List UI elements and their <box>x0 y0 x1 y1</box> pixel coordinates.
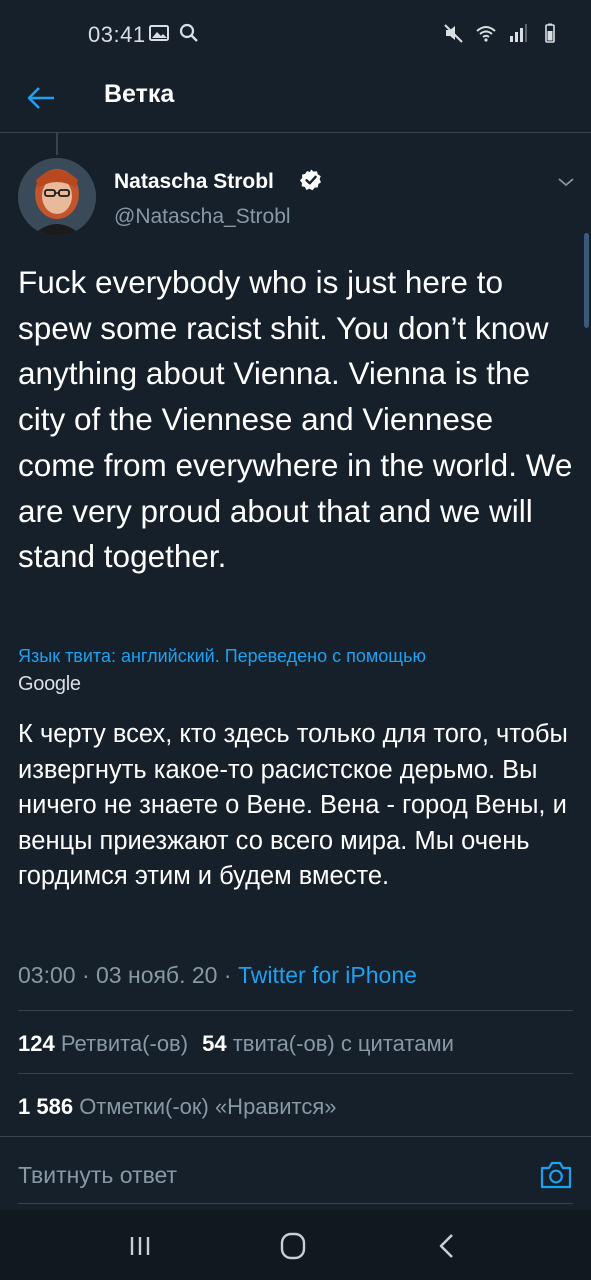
battery-icon <box>545 23 555 43</box>
retweets-stat[interactable]: 124 Ретвита(-ов) <box>18 1031 188 1056</box>
chevron-down-icon[interactable] <box>554 170 578 194</box>
divider <box>18 1010 573 1011</box>
system-nav-bar <box>0 1210 591 1280</box>
quotes-stat[interactable]: 54 твита(-ов) с цитатами <box>202 1031 454 1056</box>
retweets-label: Ретвита(-ов) <box>60 1031 189 1056</box>
reply-bar: Твитнуть ответ <box>0 1136 591 1209</box>
tweet-time: 03:00 <box>18 962 76 988</box>
status-right-icons <box>443 22 561 44</box>
signal-icon <box>510 24 527 42</box>
tweet-text: Fuck everybody who is just here to spew … <box>18 264 573 575</box>
translated-text: К черту всех, кто здесь только для того,… <box>18 720 568 890</box>
search-icon <box>179 23 198 42</box>
author-handle[interactable]: @Natascha_Strobl <box>114 205 291 229</box>
home-icon[interactable] <box>273 1228 313 1264</box>
image-icon <box>149 25 169 41</box>
status-bar: 03:41 <box>0 0 591 66</box>
tweet-source-link[interactable]: Twitter for iPhone <box>238 962 417 988</box>
avatar-image <box>18 158 96 236</box>
wifi-icon <box>476 26 496 42</box>
likes-label: Отметки(-ок) «Нравится» <box>79 1094 337 1119</box>
retweets-count: 124 <box>18 1031 55 1056</box>
avatar[interactable] <box>18 158 96 236</box>
camera-icon[interactable] <box>538 1157 574 1193</box>
meta-separator: · <box>223 962 232 988</box>
header: Ветка <box>0 66 591 133</box>
likes-count: 1 586 <box>18 1094 74 1119</box>
divider <box>18 1073 573 1074</box>
scrollbar[interactable] <box>584 233 589 328</box>
quotes-count: 54 <box>202 1031 227 1056</box>
thread-connector <box>56 133 58 155</box>
recent-apps-icon[interactable] <box>120 1228 160 1264</box>
back-icon[interactable] <box>427 1228 467 1264</box>
verified-badge-icon <box>300 169 321 191</box>
tweet-meta: 03:00 · 03 нояб. 20 · Twitter for iPhone <box>18 962 417 989</box>
mute-icon <box>444 24 463 43</box>
meta-separator: · <box>81 962 90 988</box>
reply-input[interactable]: Твитнуть ответ <box>18 1162 177 1189</box>
retweet-stats: 124 Ретвита(-ов) 54 твита(-ов) с цитатами <box>18 1031 454 1057</box>
translation-note[interactable]: Язык твита: английский. Переведено с пом… <box>18 646 578 667</box>
arrow-left-icon[interactable] <box>22 78 62 118</box>
author-name[interactable]: Natascha Strobl <box>114 170 274 194</box>
page-title: Ветка <box>104 80 175 108</box>
quotes-label: твита(-ов) с цитатами <box>232 1031 454 1056</box>
reply-underline <box>18 1203 573 1204</box>
tweet-date: 03 нояб. 20 <box>96 962 218 988</box>
likes-stats[interactable]: 1 586 Отметки(-ок) «Нравится» <box>18 1094 337 1120</box>
status-left-icons <box>148 22 200 44</box>
status-time: 03:41 <box>88 22 146 47</box>
google-logo: Google <box>18 673 81 695</box>
